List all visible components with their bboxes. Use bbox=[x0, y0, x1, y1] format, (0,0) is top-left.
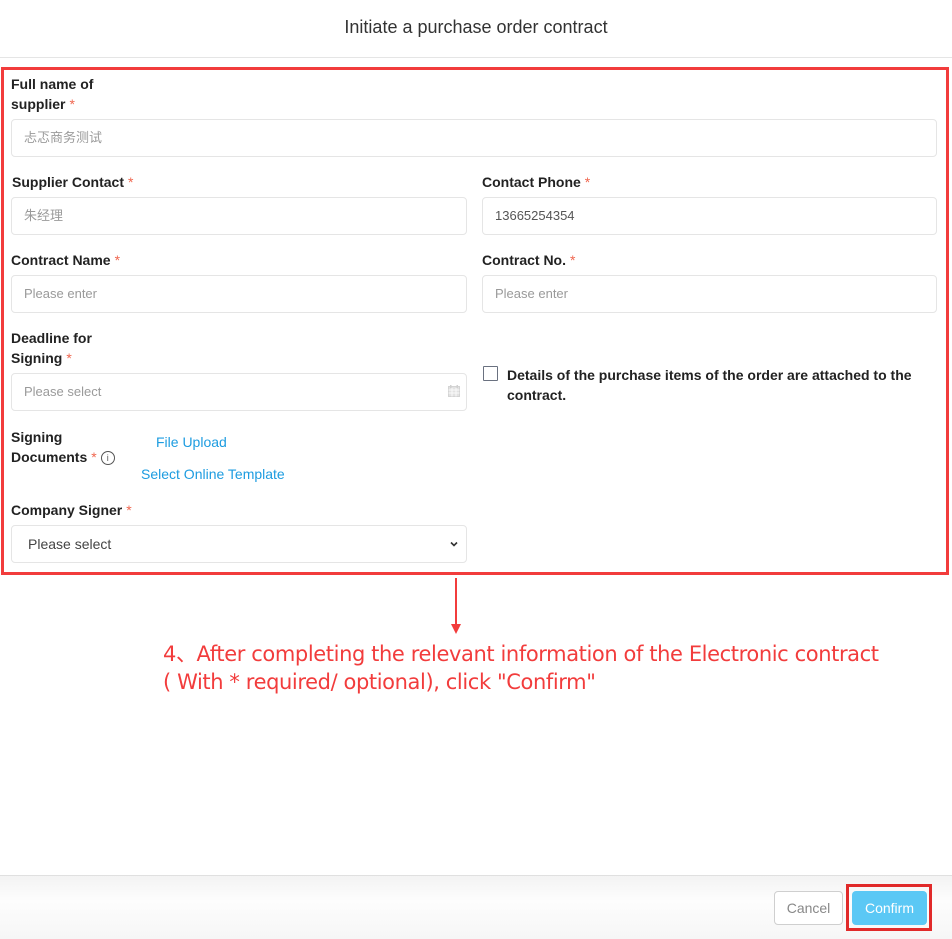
chevron-down-icon bbox=[450, 541, 458, 547]
contract-no-label: Contract No. * bbox=[482, 250, 575, 270]
required-mark: * bbox=[570, 252, 576, 268]
label-line: Signing bbox=[11, 429, 63, 445]
company-signer-label: Company Signer * bbox=[11, 500, 132, 520]
required-mark: * bbox=[69, 96, 75, 112]
supplier-contact-input[interactable]: 朱经理 bbox=[11, 197, 467, 235]
supplier-full-name-label: Full name of supplier * bbox=[11, 74, 93, 114]
calendar-icon[interactable] bbox=[448, 385, 460, 397]
dialog-title: Initiate a purchase order contract bbox=[344, 17, 608, 37]
supplier-full-name-input[interactable]: 忐忑商务测试 bbox=[11, 119, 937, 157]
input-placeholder: Please select bbox=[24, 384, 102, 399]
label-text: Contact Phone bbox=[482, 174, 581, 190]
contact-phone-input[interactable]: 13665254354 bbox=[482, 197, 937, 235]
contract-no-input[interactable]: Please enter bbox=[482, 275, 937, 313]
attach-details-checkbox[interactable] bbox=[483, 366, 498, 381]
dialog-header: Initiate a purchase order contract bbox=[0, 0, 952, 58]
signing-deadline-datepicker[interactable]: Please select bbox=[11, 373, 467, 411]
label-line: Signing bbox=[11, 350, 63, 366]
label-line: supplier bbox=[11, 96, 66, 112]
label-text: Supplier Contact bbox=[12, 174, 125, 190]
label-text: Contract Name bbox=[11, 252, 111, 268]
required-mark: * bbox=[114, 252, 121, 268]
label-line: Deadline for bbox=[11, 330, 92, 346]
input-placeholder: Please enter bbox=[495, 286, 568, 301]
label-line: Documents bbox=[11, 449, 88, 465]
label-line: Full name of bbox=[11, 76, 94, 92]
input-placeholder: 忐忑商务测试 bbox=[24, 130, 103, 145]
annotation-arrow-line bbox=[455, 578, 457, 626]
file-upload-link[interactable]: File Upload bbox=[156, 434, 227, 450]
required-mark: * bbox=[584, 174, 591, 190]
cancel-button[interactable]: Cancel bbox=[774, 891, 843, 925]
annotation-line: 4、After completing the relevant informat… bbox=[163, 642, 879, 666]
confirm-button[interactable]: Confirm bbox=[852, 891, 927, 925]
company-signer-select[interactable]: Please select bbox=[11, 525, 467, 563]
required-mark: * bbox=[128, 174, 134, 190]
signing-documents-label: Signing Documents * i bbox=[11, 427, 115, 467]
input-placeholder: Please enter bbox=[24, 286, 97, 301]
attach-details-label[interactable]: Details of the purchase items of the ord… bbox=[507, 365, 927, 405]
input-value: 13665254354 bbox=[495, 208, 575, 223]
info-icon[interactable]: i bbox=[100, 451, 115, 465]
contract-name-input[interactable]: Please enter bbox=[11, 275, 467, 313]
select-online-template-link[interactable]: Select Online Template bbox=[141, 466, 285, 482]
select-value: Please select bbox=[28, 536, 112, 552]
annotation-line: ( With * required/ optional), click "Con… bbox=[163, 670, 596, 694]
supplier-contact-label: Supplier Contact * bbox=[12, 172, 133, 192]
input-placeholder: 朱经理 bbox=[24, 208, 64, 223]
label-text: Company Signer bbox=[11, 502, 123, 518]
contract-name-label: Contract Name * bbox=[11, 250, 120, 270]
annotation-arrow-head-icon bbox=[451, 624, 461, 634]
contact-phone-label: Contact Phone * bbox=[482, 172, 590, 192]
label-text: Contract No. bbox=[482, 252, 566, 268]
required-mark: * bbox=[126, 502, 132, 518]
required-mark: * bbox=[66, 350, 72, 366]
signing-deadline-label: Deadline for Signing * bbox=[11, 328, 92, 368]
annotation-text: 4、After completing the relevant informat… bbox=[163, 640, 923, 696]
required-mark: * bbox=[91, 449, 97, 465]
